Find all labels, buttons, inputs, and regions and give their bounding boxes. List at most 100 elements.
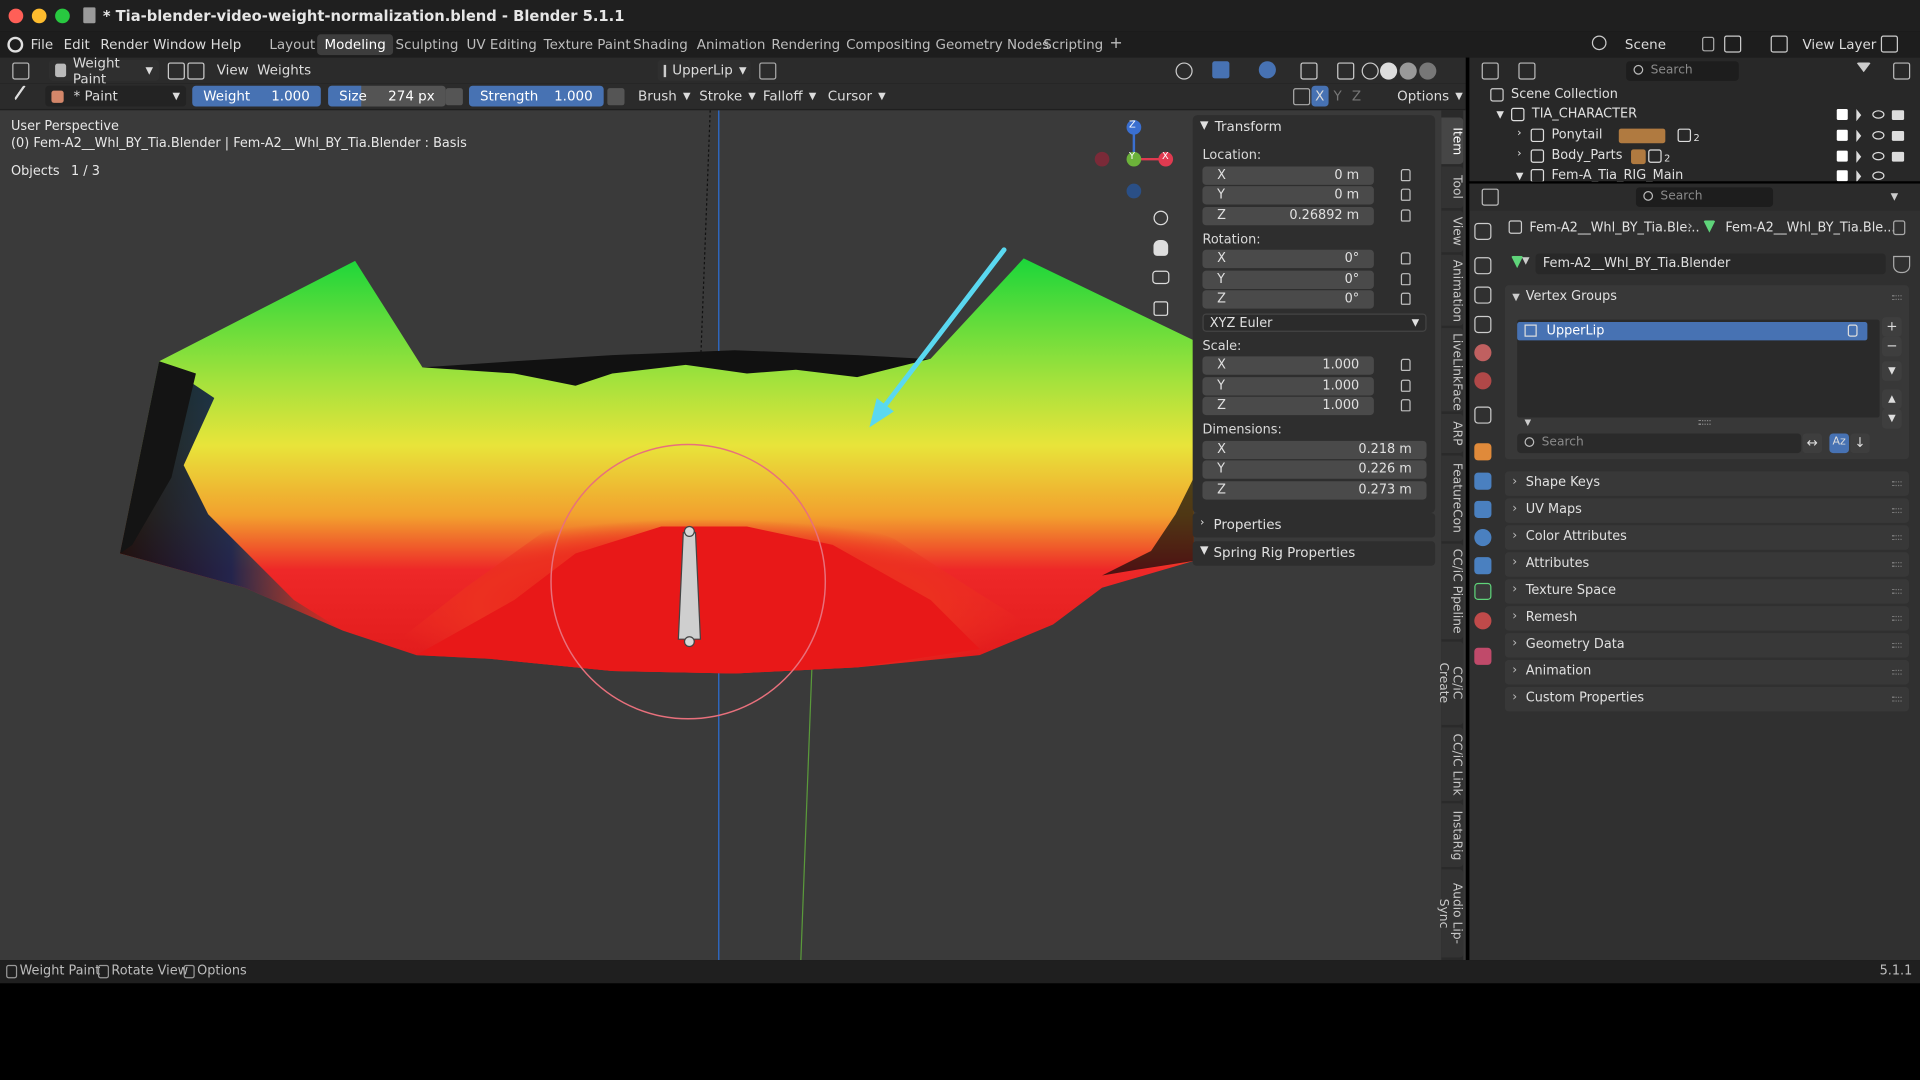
tab-cc-link[interactable]: CC/iC Link (1441, 727, 1464, 801)
fake-user-shield-icon[interactable] (1893, 255, 1911, 274)
mode-selector[interactable]: Weight Paint ▼ (48, 54, 160, 86)
outliner-editor-type-icon[interactable] (1481, 62, 1499, 80)
exclude-checkbox[interactable] (1836, 129, 1848, 141)
brush-selector[interactable]: * Paint ▼ (45, 85, 187, 107)
exclude-checkbox[interactable] (1836, 170, 1848, 182)
drag-grip-icon[interactable] (1891, 669, 1902, 675)
scale-z-field[interactable]: Z 1.000 (1202, 396, 1374, 416)
chevron-down-icon[interactable]: ▼ (1516, 170, 1524, 181)
render-tab-icon[interactable] (1474, 257, 1492, 275)
tab-featurecon[interactable]: FeatureCon (1441, 455, 1464, 542)
tool-tab-icon[interactable] (1474, 222, 1492, 241)
render-camera-icon[interactable] (1891, 131, 1905, 141)
dimensions-x-field[interactable]: X 0.218 m (1202, 440, 1427, 460)
exclude-checkbox[interactable] (1836, 108, 1848, 121)
lock-icon[interactable] (1400, 292, 1411, 305)
drag-grip-icon[interactable] (1891, 588, 1902, 594)
scale-y-field[interactable]: Y 1.000 (1202, 377, 1374, 396)
move-down-button[interactable]: ▼ (1882, 408, 1902, 429)
scene-tab-icon[interactable] (1474, 344, 1492, 362)
weights-menu[interactable]: Weights (251, 60, 317, 81)
drag-grip-icon[interactable] (1891, 481, 1902, 487)
world-tab-icon[interactable] (1474, 372, 1492, 390)
strength-slider[interactable]: Strength 1.000 (468, 85, 604, 107)
brush-menu[interactable]: Brush ▼ (632, 86, 697, 107)
object-tab-icon[interactable] (1474, 443, 1492, 461)
mesh-data-tab-icon[interactable] (1474, 582, 1492, 601)
view-menu[interactable]: View (211, 60, 255, 81)
outliner-scene-collection[interactable]: Scene Collection (1469, 86, 1920, 106)
lock-icon[interactable] (1400, 273, 1411, 286)
rotation-x-field[interactable]: X 0° (1202, 249, 1374, 269)
face-selection-icon[interactable] (187, 62, 205, 80)
gizmo-neg-x-handle[interactable] (1094, 151, 1110, 167)
list-resize-grip[interactable] (1698, 420, 1711, 425)
breadcrumb-object[interactable]: Fem-A2__Whl_BY_Tia.Ble... (1529, 220, 1699, 235)
display-mode-icon[interactable] (1518, 62, 1536, 80)
shading-wire-sphere-icon[interactable] (1361, 62, 1379, 80)
shading-solid-icon[interactable] (1380, 62, 1398, 80)
chevron-down-icon[interactable]: ▼ (1525, 418, 1532, 428)
chevron-down-icon[interactable]: ▼ (1512, 291, 1520, 302)
xray-icon[interactable] (1300, 62, 1318, 80)
chevron-down-icon[interactable]: ▼ (1496, 109, 1504, 120)
selectable-icon[interactable] (1856, 150, 1862, 163)
invert-filter-icon[interactable]: ↔ (1802, 433, 1823, 454)
sort-reverse-icon[interactable]: ↓ (1850, 433, 1870, 454)
section-uv-maps[interactable]: › UV Maps (1504, 498, 1909, 523)
workspace-tab-animation[interactable]: Animation (689, 34, 772, 55)
drag-grip-icon[interactable] (1891, 508, 1902, 514)
view-layer-icon[interactable] (1770, 35, 1788, 53)
stroke-menu[interactable]: Stroke ▼ (693, 86, 762, 107)
options-menu[interactable]: Options ▼ (1391, 86, 1469, 107)
pressure-strength-icon[interactable] (607, 88, 625, 106)
new-scene-icon[interactable] (1724, 35, 1742, 53)
shading-material-icon[interactable] (1399, 62, 1417, 80)
chevron-right-icon[interactable]: › (1517, 148, 1521, 160)
section-shape-keys[interactable]: › Shape Keys (1504, 471, 1909, 496)
outliner-item-rig-main[interactable]: ▼ Fem-A_Tia_RIG_Main (1469, 167, 1920, 182)
breadcrumb-mesh[interactable]: Fem-A2__Whl_BY_Tia.Ble... (1725, 220, 1895, 235)
move-up-button[interactable]: ▲ (1882, 389, 1902, 409)
selectable-icon[interactable] (1856, 170, 1862, 182)
view-layer-name[interactable]: View Layer (1802, 37, 1876, 53)
weight-slider[interactable]: Weight 1.000 (192, 85, 321, 107)
vertex-group-specials-button[interactable]: ▼ (1882, 361, 1902, 381)
lock-icon[interactable] (1847, 324, 1858, 337)
camera-view-icon[interactable] (1152, 270, 1170, 285)
brush-tool-icon[interactable] (13, 84, 38, 109)
visibility-icon[interactable] (1175, 62, 1193, 80)
lock-icon[interactable] (1400, 358, 1411, 372)
pressure-size-icon[interactable] (445, 88, 463, 106)
lock-icon[interactable] (1400, 188, 1411, 201)
gizmo-neg-z-handle[interactable] (1126, 183, 1142, 199)
close-window-button[interactable] (8, 8, 24, 24)
physics-tab-icon[interactable] (1474, 528, 1492, 547)
pin-scene-icon[interactable] (1702, 36, 1715, 52)
eye-icon[interactable] (1872, 171, 1885, 181)
lock-icon[interactable] (1400, 399, 1411, 412)
outliner-search-input[interactable]: Search (1626, 61, 1739, 81)
section-animation[interactable]: › Animation (1504, 660, 1909, 685)
workspace-tab-compositing[interactable]: Compositing (839, 34, 938, 55)
sort-alpha-icon[interactable]: Az (1829, 433, 1849, 454)
dimensions-y-field[interactable]: Y 0.226 m (1202, 460, 1427, 479)
cursor-menu[interactable]: Cursor ▼ (822, 86, 892, 107)
selectable-icon[interactable] (1856, 129, 1862, 143)
texture-tab-icon[interactable] (1474, 647, 1492, 665)
menu-file[interactable]: File (31, 37, 54, 53)
add-vertex-group-button[interactable]: + (1882, 317, 1902, 337)
tab-tool[interactable]: Tool (1441, 166, 1464, 209)
shading-rendered-icon[interactable] (1419, 62, 1437, 80)
chevron-right-icon[interactable]: › (1517, 127, 1521, 139)
lock-icon[interactable] (1400, 209, 1411, 222)
workspace-tab-texture-paint[interactable]: Texture Paint (536, 34, 638, 55)
vertex-group-list[interactable]: UpperLip ▼ (1517, 319, 1880, 427)
lock-icon[interactable] (1400, 379, 1411, 392)
pan-hand-icon[interactable] (1153, 240, 1169, 256)
output-tab-icon[interactable] (1474, 286, 1492, 304)
spring-rig-panel-header[interactable]: ▼ Spring Rig Properties (1192, 541, 1436, 566)
gizmo-toggle-icon[interactable] (1212, 61, 1230, 79)
drag-grip-icon[interactable] (1891, 562, 1902, 567)
rotation-mode-dropdown[interactable]: XYZ Euler ▼ (1202, 313, 1427, 332)
